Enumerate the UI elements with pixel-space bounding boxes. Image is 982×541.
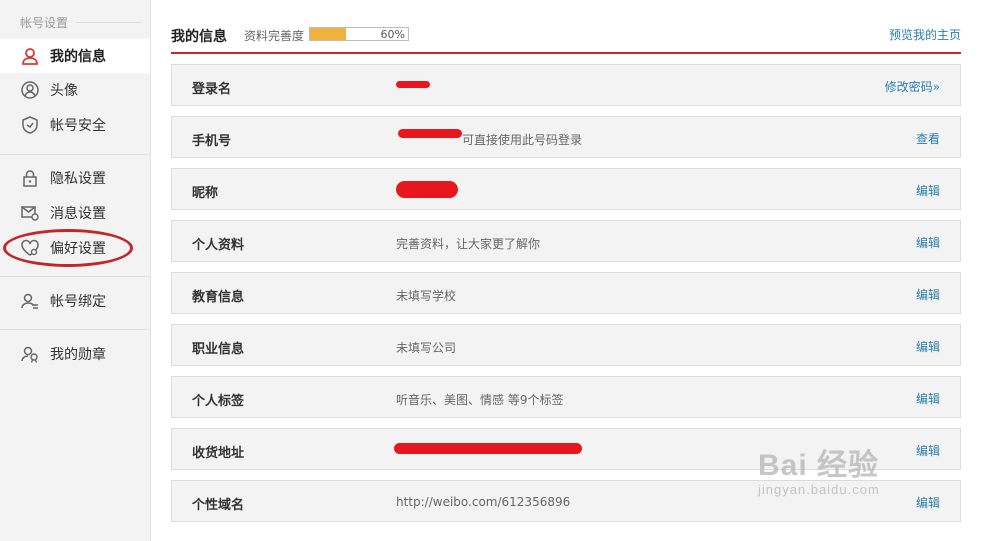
redaction-mark [398,129,462,138]
redaction-mark [396,81,430,88]
edit-link[interactable]: 编辑 [916,234,940,251]
redaction-mark [396,181,458,198]
sidebar-item-account-security[interactable]: 帐号安全 [0,108,150,142]
completion-percent: 60% [380,28,405,41]
row-value: 听音乐、美图、情感 等9个标签 [396,393,564,407]
divider [0,329,150,330]
row-value: http://weibo.com/612356896 [396,495,571,509]
sidebar-item-message-settings[interactable]: 消息设置 [0,196,150,230]
sidebar-item-account-binding[interactable]: 帐号绑定 [0,284,150,318]
heart-settings-icon [20,238,40,258]
info-row-tags: 个人标签 听音乐、美图、情感 等9个标签 编辑 [171,376,961,418]
info-row-phone: 手机号 可直接使用此号码登录 查看 [171,116,961,158]
edit-link[interactable]: 编辑 [916,442,940,459]
info-row-career: 职业信息 未填写公司 编辑 [171,324,961,366]
sidebar-item-label: 头像 [50,83,78,99]
user-link-icon [20,291,40,311]
user-icon [20,46,40,66]
info-row-address: 收货地址 编辑 [171,428,961,470]
medal-icon [20,344,40,364]
sidebar-item-label: 帐号绑定 [50,294,106,310]
sidebar-item-label: 隐私设置 [50,171,106,187]
row-value: 可直接使用此号码登录 [462,133,583,147]
row-label: 职业信息 [192,342,245,357]
row-label: 昵称 [192,186,219,201]
row-value: 未填写学校 [396,289,457,303]
avatar-icon [20,80,40,100]
divider [0,276,150,277]
edit-link[interactable]: 编辑 [916,182,940,199]
sidebar-item-label: 消息设置 [50,206,106,222]
page-header: 我的信息 资料完善度 60% 预览我的主页 [171,24,961,54]
completion-progress-bar: 60% [309,27,409,41]
sidebar: 帐号设置 我的信息 头像 帐号安全 隐私设置 消息设置 偏好设置 帐号绑定 我的… [0,0,151,541]
sidebar-item-avatar[interactable]: 头像 [0,73,150,107]
info-row-custom-domain: 个性域名 http://weibo.com/612356896 编辑 [171,480,961,522]
sidebar-item-label: 我的信息 [50,49,106,65]
sidebar-section-title: 帐号设置 [20,16,69,30]
divider [76,22,142,23]
sidebar-item-my-info[interactable]: 我的信息 [0,39,150,73]
lock-icon [20,168,40,188]
sidebar-item-medals[interactable]: 我的勋章 [0,337,150,371]
sidebar-item-label: 帐号安全 [50,118,106,134]
row-label: 登录名 [192,82,232,97]
progress-fill [310,28,346,40]
info-row-nickname: 昵称 编辑 [171,168,961,210]
sidebar-item-label: 我的勋章 [50,347,106,363]
info-row-profile: 个人资料 完善资料，让大家更了解你 编辑 [171,220,961,262]
row-label: 个人资料 [192,238,245,253]
edit-link[interactable]: 编辑 [916,286,940,303]
shield-icon [20,115,40,135]
row-value: 未填写公司 [396,341,457,355]
row-label: 个人标签 [192,394,245,409]
completion-label: 资料完善度 [244,29,305,43]
edit-link[interactable]: 编辑 [916,494,940,511]
row-value: 完善资料，让大家更了解你 [396,237,541,251]
edit-link[interactable]: 编辑 [916,390,940,407]
divider [0,154,150,155]
view-link[interactable]: 查看 [916,130,940,147]
sidebar-item-privacy[interactable]: 隐私设置 [0,161,150,195]
message-settings-icon [20,203,40,223]
change-password-link[interactable]: 修改密码» [885,78,940,95]
page-title: 我的信息 [171,29,227,45]
info-row-education: 教育信息 未填写学校 编辑 [171,272,961,314]
sidebar-item-label: 偏好设置 [50,241,106,257]
row-label: 个性域名 [192,498,245,513]
preview-homepage-link[interactable]: 预览我的主页 [889,26,961,43]
redaction-mark [394,443,582,454]
row-label: 收货地址 [192,446,245,461]
edit-link[interactable]: 编辑 [916,338,940,355]
row-label: 教育信息 [192,290,245,305]
main-panel: 我的信息 资料完善度 60% 预览我的主页 登录名 修改密码» 手机号 可直接使… [151,0,982,541]
info-row-login-name: 登录名 修改密码» [171,64,961,106]
sidebar-item-preferences[interactable]: 偏好设置 [0,231,150,265]
row-label: 手机号 [192,134,232,149]
